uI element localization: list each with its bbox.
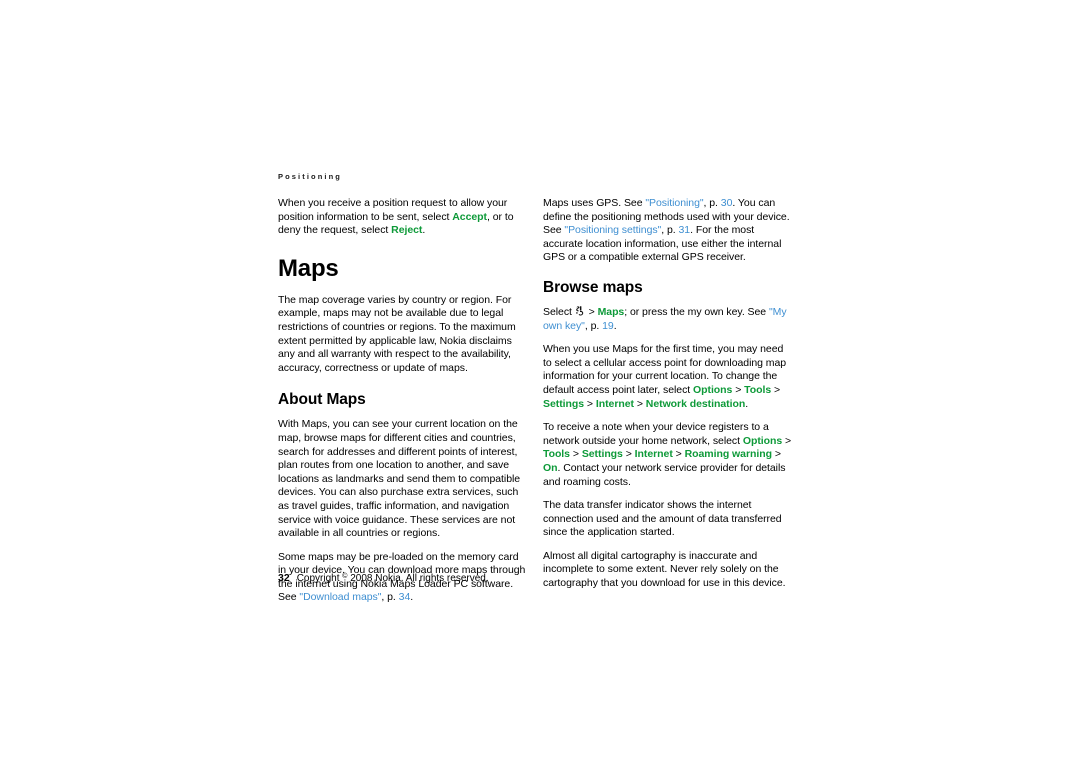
cross-reference-download-maps[interactable]: "Download maps" — [299, 591, 381, 603]
ui-label-settings: Settings — [543, 397, 585, 410]
text-fragment: Maps uses GPS. See — [543, 197, 646, 209]
chapter-heading-maps: Maps — [278, 254, 339, 282]
text-fragment: , p. — [584, 319, 603, 332]
text-fragment: . — [410, 591, 414, 604]
menu-separator: > — [771, 448, 781, 461]
menu-separator: > — [569, 448, 582, 461]
ui-label-tools: Tools — [744, 383, 772, 396]
text-fragment: Select — [543, 305, 575, 318]
ui-label-tools: Tools — [543, 448, 570, 461]
ui-label-settings: Settings — [581, 448, 623, 461]
page-content: Positioning When you receive a position … — [278, 172, 803, 603]
document-page: Positioning When you receive a position … — [0, 0, 1080, 763]
paragraph-map-coverage: The map coverage varies by country or re… — [278, 293, 516, 374]
text-fragment: Copyright — [296, 573, 343, 584]
text-fragment: 2008 Nokia. All rights reserved. — [347, 573, 489, 584]
symbian-menu-icon — [575, 306, 585, 316]
cross-reference-positioning-settings[interactable]: "Positioning settings" — [564, 224, 661, 236]
ui-label-options: Options — [742, 434, 783, 447]
cross-reference-page-number[interactable]: 30 — [721, 197, 733, 209]
cross-reference-positioning[interactable]: "Positioning" — [645, 197, 703, 209]
cross-reference-page-number[interactable]: 19 — [602, 320, 614, 332]
ui-label-reject: Reject — [391, 224, 423, 237]
ui-label-accept: Accept — [452, 210, 487, 223]
text-fragment: . — [613, 319, 617, 332]
text-fragment: , p. — [661, 224, 679, 237]
left-column: When you receive a position request to a… — [278, 197, 528, 615]
text-fragment: . — [745, 397, 749, 410]
menu-separator: > — [672, 448, 685, 461]
text-fragment: . — [422, 224, 426, 237]
section-heading-about-maps: About Maps — [278, 391, 366, 409]
ui-label-network-destination: Network destination — [645, 397, 746, 410]
ui-label-options: Options — [693, 383, 733, 396]
copyright-notice: Copyright © 2008 Nokia. All rights reser… — [297, 573, 489, 584]
menu-separator: > — [585, 305, 598, 318]
paragraph-select-maps: Select > Maps; or press the my own key. … — [543, 306, 793, 333]
text-fragment: To receive a note when your device regis… — [543, 421, 769, 447]
paragraph-about-maps: With Maps, you can see your current loca… — [278, 418, 521, 540]
paragraph-first-time-access-point: When you use Maps for the first time, yo… — [543, 343, 793, 411]
text-fragment: ; or press the my own key. See — [624, 305, 769, 318]
text-fragment: , p. — [381, 591, 399, 604]
menu-separator: > — [633, 397, 646, 410]
menu-separator: > — [584, 397, 596, 410]
right-column: Maps uses GPS. See "Positioning", p. 30.… — [543, 197, 793, 601]
section-heading-browse-maps: Browse maps — [543, 278, 643, 296]
menu-separator: > — [732, 383, 745, 396]
ui-label-roaming-warning: Roaming warning — [684, 448, 772, 461]
page-footer: 32 Copyright © 2008 Nokia. All rights res… — [278, 570, 803, 585]
paragraph-maps-uses-gps: Maps uses GPS. See "Positioning", p. 30.… — [543, 197, 793, 265]
menu-separator: > — [782, 434, 792, 447]
menu-separator: > — [622, 448, 635, 461]
paragraph-data-transfer-indicator: The data transfer indicator shows the in… — [543, 499, 782, 539]
cross-reference-page-number[interactable]: 31 — [679, 224, 691, 236]
paragraph-position-request: When you receive a position request to a… — [278, 197, 528, 238]
ui-label-on: On — [543, 461, 558, 474]
text-fragment: , p. — [703, 197, 721, 209]
menu-separator: > — [771, 383, 781, 396]
page-number: 32 — [278, 572, 290, 584]
paragraph-roaming-warning: To receive a note when your device regis… — [543, 421, 793, 489]
ui-label-maps: Maps — [597, 305, 625, 318]
ui-label-internet: Internet — [634, 448, 673, 461]
cross-reference-page-number[interactable]: 34 — [399, 591, 411, 603]
ui-label-internet: Internet — [595, 397, 634, 410]
text-fragment: . Contact your network service provider … — [543, 461, 786, 488]
running-header: Positioning — [278, 172, 342, 181]
